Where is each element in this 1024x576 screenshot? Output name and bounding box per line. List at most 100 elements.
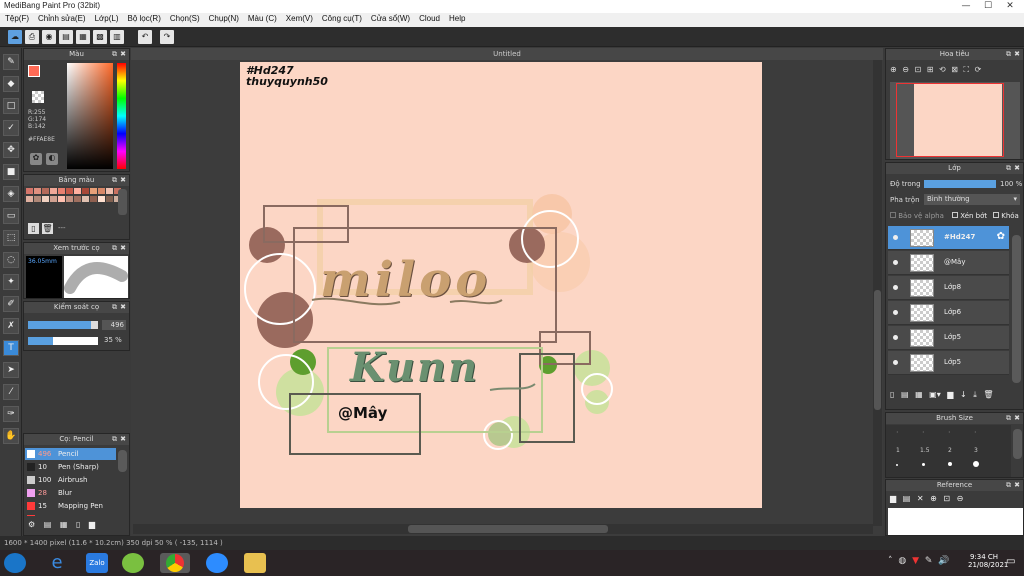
edge-icon[interactable]: e xyxy=(46,553,68,573)
close-icon[interactable]: ✖ xyxy=(120,434,126,445)
layer-item[interactable]: @Mây xyxy=(888,251,1009,275)
add-palette-icon[interactable]: ▯ xyxy=(28,223,39,234)
brush-settings-icon[interactable]: ⚙ xyxy=(28,520,35,529)
rect-tool-icon[interactable]: □ xyxy=(3,98,19,114)
size-option-2[interactable]: 2 xyxy=(948,447,952,454)
close-icon[interactable]: ✖ xyxy=(1014,413,1020,424)
comment-icon[interactable]: ◉ xyxy=(42,30,56,44)
rotate-right-icon[interactable]: ⟳ xyxy=(975,65,982,74)
size-slider[interactable] xyxy=(28,321,98,329)
copy-layer-icon[interactable]: ▦ xyxy=(915,390,923,399)
actual-size-icon[interactable]: ⊞ xyxy=(927,65,934,74)
drawing-canvas[interactable]: #Hd247 thuyquynh50 miloo Kunn @Mây xyxy=(240,62,762,508)
palette-swatch[interactable] xyxy=(34,188,41,194)
close-icon[interactable]: ✖ xyxy=(1014,163,1020,174)
move-tool-icon[interactable]: ✥ xyxy=(3,142,19,158)
ref-open-icon[interactable]: ▤ xyxy=(903,494,911,503)
down-icon[interactable]: ↓ xyxy=(960,390,967,399)
operation-tool-icon[interactable]: ➤ xyxy=(3,362,19,378)
palette-swatch[interactable] xyxy=(66,196,73,202)
palette-swatch[interactable] xyxy=(74,196,81,202)
ref-folder-icon[interactable]: ▆ xyxy=(890,494,896,503)
new-layer-icon[interactable]: ▯ xyxy=(890,390,894,399)
save-icon[interactable]: ⎙ xyxy=(25,30,39,44)
layer-item[interactable]: Lớp8 xyxy=(888,276,1009,300)
add-brush-icon[interactable]: ▤ xyxy=(44,520,52,529)
select-pen-tool-icon[interactable]: ✐ xyxy=(3,296,19,312)
color-wheel-icon[interactable]: ✿ xyxy=(30,153,42,165)
palette-swatch[interactable] xyxy=(26,188,33,194)
copy-brush-icon[interactable]: ▦ xyxy=(60,520,68,529)
menu-window[interactable]: Cửa sổ(W) xyxy=(366,13,414,23)
minimize-button[interactable]: — xyxy=(956,0,976,12)
fit-icon[interactable]: ⊡ xyxy=(915,65,922,74)
brush-item[interactable]: 10 Pen (Sharp) xyxy=(25,461,116,473)
pen-tool-icon[interactable]: ✓ xyxy=(3,120,19,136)
palette-swatch[interactable] xyxy=(82,196,89,202)
eye-icon[interactable] xyxy=(893,360,898,365)
brush-tool-icon[interactable]: ✎ xyxy=(3,54,19,70)
palette-scrollbar[interactable] xyxy=(118,189,127,215)
tray-app-icon[interactable]: ◍ xyxy=(898,556,906,566)
menu-help[interactable]: Help xyxy=(444,13,469,23)
lasso-tool-icon[interactable]: ◌ xyxy=(3,252,19,268)
text-tool-icon[interactable]: T xyxy=(3,340,19,356)
menu-view[interactable]: Xem(V) xyxy=(281,13,317,23)
palette-swatch[interactable] xyxy=(82,188,89,194)
chrome-icon[interactable] xyxy=(160,553,190,573)
select-eraser-tool-icon[interactable]: ✗ xyxy=(3,318,19,334)
redo-icon[interactable]: ↷ xyxy=(160,30,174,44)
layer-menu-icon[interactable]: ▣▾ xyxy=(929,390,941,399)
eye-icon[interactable] xyxy=(893,310,898,315)
clipping-checkbox[interactable] xyxy=(952,212,958,218)
brush-item[interactable]: 50 xyxy=(25,513,116,516)
zalo-icon[interactable]: Zalo xyxy=(86,553,108,573)
brush-item[interactable]: 100 Airbrush xyxy=(25,474,116,486)
gradient-tool-icon[interactable]: ▭ xyxy=(3,208,19,224)
tile-icon[interactable]: ▥ xyxy=(110,30,124,44)
brush-list-scrollbar[interactable] xyxy=(118,450,127,472)
grid-icon[interactable]: ▩ xyxy=(93,30,107,44)
ref-close-icon[interactable]: ✕ xyxy=(917,494,924,503)
palette-swatch[interactable] xyxy=(90,188,97,194)
size-option-1[interactable]: 1 xyxy=(896,447,900,454)
layer-item[interactable]: Lớp6 xyxy=(888,301,1009,325)
palette-swatch[interactable] xyxy=(74,188,81,194)
menu-layer[interactable]: Lớp(L) xyxy=(90,13,123,23)
merge-icon[interactable]: ⤓ xyxy=(973,390,977,399)
palette-swatch[interactable] xyxy=(98,196,105,202)
hand-tool-icon[interactable]: ✋ xyxy=(3,428,19,444)
layer-item[interactable]: #Hd247 ✿ xyxy=(888,226,1009,250)
palette-swatch[interactable] xyxy=(106,196,113,202)
palette-swatch[interactable] xyxy=(58,188,65,194)
layout-icon[interactable]: ▦ xyxy=(76,30,90,44)
menu-filter[interactable]: Bộ lọc(R) xyxy=(123,13,165,23)
maximize-button[interactable]: ☐ xyxy=(978,0,998,12)
hue-slider[interactable] xyxy=(117,63,126,169)
close-icon[interactable]: ✖ xyxy=(120,243,126,254)
undo-icon[interactable]: ↶ xyxy=(138,30,152,44)
saturation-box[interactable] xyxy=(67,63,113,169)
eye-icon[interactable] xyxy=(893,260,898,265)
close-icon[interactable]: ✖ xyxy=(1014,480,1020,491)
foreground-color[interactable] xyxy=(28,65,40,77)
delete-layer-icon[interactable]: 🗑 xyxy=(983,390,993,399)
palette-swatch[interactable] xyxy=(66,188,73,194)
palette-swatch[interactable] xyxy=(58,196,65,202)
palette-swatch[interactable] xyxy=(42,196,49,202)
layer-item[interactable]: Lớp5 xyxy=(888,326,1009,350)
magic-wand-tool-icon[interactable]: ✦ xyxy=(3,274,19,290)
bucket-tool-icon[interactable]: ◈ xyxy=(3,186,19,202)
tray-audio-icon[interactable]: 🔊 xyxy=(938,556,949,566)
size-option-1-5[interactable]: 1.5 xyxy=(920,447,930,454)
layer-settings-icon[interactable]: ✿ xyxy=(997,231,1005,242)
page-brush-icon[interactable]: ▯ xyxy=(76,520,80,529)
opacity-slider[interactable] xyxy=(28,337,98,345)
navigator-preview[interactable] xyxy=(890,82,1020,159)
tray-up-icon[interactable]: ˄ xyxy=(888,556,893,566)
protect-alpha-checkbox[interactable] xyxy=(890,212,896,218)
palette-swatch[interactable] xyxy=(34,196,41,202)
eraser-tool-icon[interactable]: ◆ xyxy=(3,76,19,92)
palette-swatch[interactable] xyxy=(106,188,113,194)
close-icon[interactable]: ✖ xyxy=(120,175,126,186)
